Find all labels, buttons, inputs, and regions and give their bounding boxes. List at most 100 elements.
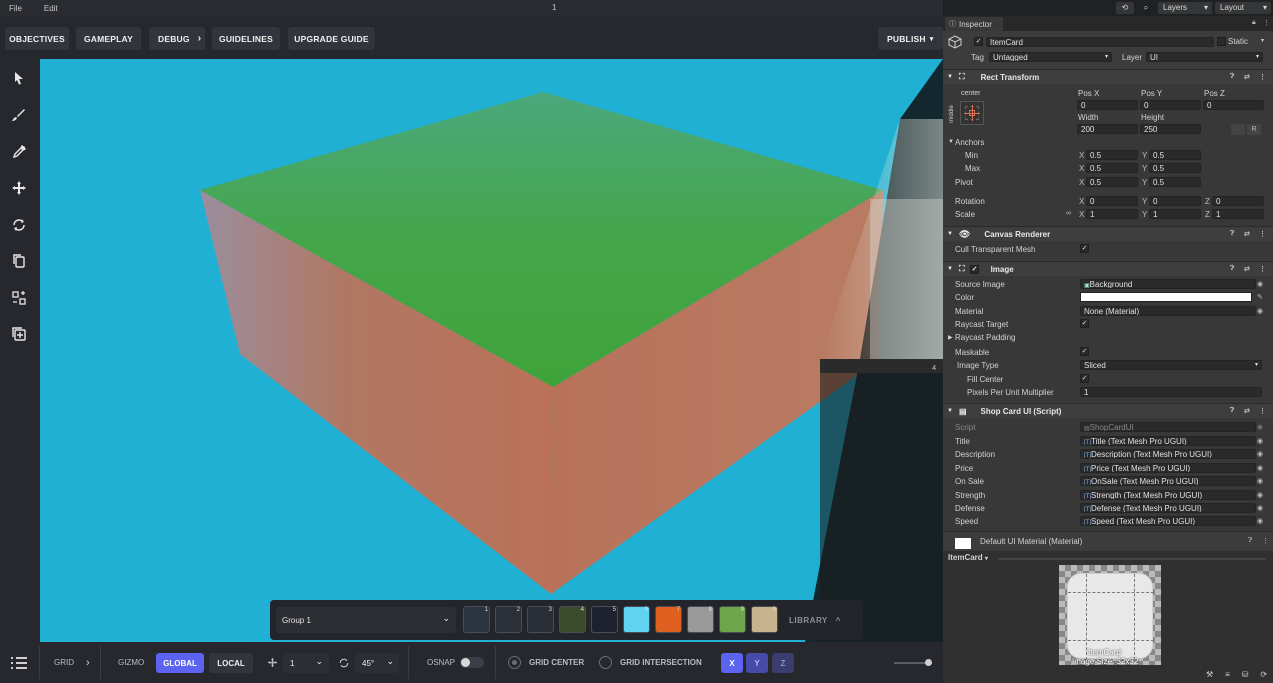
rect-transform-header[interactable]: ▼ ⛶ Rect Transform ❓︎ ⇄ ⋮ [943,69,1273,84]
local-button[interactable]: LOCAL [209,653,253,673]
tag-dropdown[interactable]: Untagged ▾ [989,52,1112,62]
object-picker-icon[interactable]: ◉ [1257,477,1263,485]
shop-card-header[interactable]: ▼ ▤ Shop Card UI (Script) ❓︎ ⇄ ⋮ [943,403,1273,418]
gameplay-button[interactable]: GAMEPLAY [76,27,141,50]
active-checkbox[interactable]: ✓ [974,37,983,46]
preset-icon[interactable]: ⇄ [1244,230,1250,238]
group-dropdown[interactable]: Group 1 ⌄ [276,607,456,633]
osnap-toggle[interactable] [460,657,484,668]
hotbar-slot[interactable]: 3 [527,606,554,633]
objectives-button[interactable]: OBJECTIVES [5,27,69,50]
kebab-menu-icon[interactable]: ⋮ [1259,265,1266,273]
menu-file[interactable]: File [9,4,22,13]
object-picker-icon[interactable]: ◉ [1257,517,1263,525]
pos-y-field[interactable]: 0 [1140,100,1201,110]
scale-z-field[interactable]: 1 [1212,209,1264,219]
layer-dropdown[interactable]: UI ▾ [1146,52,1263,62]
axis-z-button[interactable]: Z [772,653,794,673]
fill-center-checkbox[interactable]: ✓ [1080,374,1089,383]
anchor-min-y-field[interactable]: 0.5 [1149,150,1201,160]
image-header[interactable]: ▼ ⛶ ✓ Image ❓︎ ⇄ ⋮ [943,261,1273,276]
shop-field-reference[interactable]: [T]Price (Text Mesh Pro UGUI) [1080,462,1256,473]
grid-intersection-radio[interactable]: GRID INTERSECTION [599,642,702,683]
shop-field-reference[interactable]: [T]OnSale (Text Mesh Pro UGUI) [1080,476,1256,487]
anchor-min-x-field[interactable]: 0.5 [1086,150,1138,160]
menu-list-icon[interactable] [10,642,28,683]
help-icon[interactable]: ❓︎ [1248,537,1252,545]
cache-icon[interactable]: ⛁ [1242,670,1249,683]
debug-icon[interactable]: ⚒ [1206,670,1213,683]
image-type-dropdown[interactable]: Sliced ▾ [1080,360,1262,370]
history-icon[interactable]: ⟲ [1116,2,1134,14]
slider-knob[interactable] [925,659,932,666]
pos-z-field[interactable]: 0 [1203,100,1264,110]
layers-stack-icon[interactable]: ≡ [1225,670,1230,683]
sync-icon[interactable]: ⟳ [1260,670,1267,683]
hotbar-slot[interactable]: 8 [687,606,714,633]
kebab-menu-icon[interactable]: ⋮ [1259,407,1266,415]
hotbar-slot[interactable]: 6 [623,606,650,633]
step-dropdown[interactable]: 1 ⌄ [283,653,329,673]
link-icon[interactable]: ∞ [1066,210,1071,217]
layout-dropdown[interactable]: Layout ▾ [1215,2,1271,14]
pivot-x-field[interactable]: 0.5 [1086,177,1138,187]
scale-x-field[interactable]: 1 [1086,209,1138,219]
axis-y-button[interactable]: Y [746,653,768,673]
duplicate-tool-icon[interactable] [8,250,30,272]
object-name-field[interactable]: ItemCard [986,37,1214,47]
upgrade-guide-button[interactable]: UPGRADE GUIDE [288,27,375,50]
shop-field-reference[interactable]: [T]Speed (Text Mesh Pro UGUI) [1080,516,1256,527]
maskable-checkbox[interactable]: ✓ [1080,347,1089,356]
eyedropper-icon[interactable]: ✎ [1257,293,1263,301]
layers-dropdown[interactable]: Layers ▾ [1158,2,1212,14]
rotation-y-field[interactable]: 0 [1149,196,1201,206]
object-picker-icon[interactable]: ◉ [1257,307,1263,315]
object-picker-icon[interactable]: ◉ [1257,491,1263,499]
grid-center-radio[interactable]: GRID CENTER [508,642,584,683]
preview-dropdown[interactable]: ItemCard ▾ [948,553,988,562]
preset-icon[interactable]: ⇄ [1244,407,1250,415]
anchor-max-y-field[interactable]: 0.5 [1149,163,1201,173]
axis-x-button[interactable]: X [721,653,743,673]
object-picker-icon[interactable]: ◉ [1257,450,1263,458]
shop-field-reference[interactable]: [T]Title (Text Mesh Pro UGUI) [1080,436,1256,446]
kebab-menu-icon[interactable]: ⋮ [1259,230,1266,238]
global-button[interactable]: GLOBAL [156,653,204,673]
kebab-menu-icon[interactable]: ⋮ [1262,537,1269,545]
debug-button[interactable]: DEBUG › [149,27,205,50]
foldout-arrow-icon[interactable]: ▶ [948,334,953,341]
shop-field-reference[interactable]: [T]Defense (Text Mesh Pro UGUI) [1080,503,1256,513]
caret-down-icon[interactable]: ▾ [1261,37,1264,44]
anchor-preset-button[interactable] [960,101,984,125]
object-picker-icon[interactable]: ◉ [1257,464,1263,472]
hotbar-slot[interactable]: 7 [655,606,682,633]
inspector-tab[interactable]: ⓘ Inspector [945,17,1003,31]
menu-edit[interactable]: Edit [44,4,58,13]
canvas-renderer-header[interactable]: ▼ 👁︎ Canvas Renderer ❓︎ ⇄ ⋮ [943,226,1273,241]
select-tool-icon[interactable] [8,67,30,89]
rotation-x-field[interactable]: 0 [1086,196,1138,206]
help-icon[interactable]: ❓︎ [1230,73,1234,81]
hotbar-slot[interactable]: 1 [463,606,490,633]
help-icon[interactable]: ❓︎ [1230,265,1234,273]
hotbar-slot[interactable]: 5 [591,606,618,633]
ppu-field[interactable]: 1 [1080,387,1262,397]
preset-icon[interactable]: ⇄ [1244,265,1250,273]
publish-button[interactable]: PUBLISH ▾ [878,27,943,50]
source-image-field[interactable]: ▣Background [1080,279,1256,289]
object-picker-icon[interactable]: ◉ [1257,437,1263,445]
library-button[interactable]: LIBRARY ^ [789,610,841,630]
angle-dropdown[interactable]: 45° ⌄ [355,653,399,673]
help-icon[interactable]: ❓︎ [1230,407,1234,415]
hotbar-slot[interactable]: 2 [495,606,522,633]
transform-grid-tool-icon[interactable] [8,287,30,309]
static-checkbox[interactable] [1217,37,1226,46]
rotate-tool-icon[interactable] [8,214,30,236]
rotation-z-field[interactable]: 0 [1212,196,1264,206]
kebab-menu-icon[interactable]: ⋮ [1259,73,1266,81]
cull-checkbox[interactable]: ✓ [1080,244,1089,253]
pos-x-field[interactable]: 0 [1077,100,1138,110]
anchor-max-x-field[interactable]: 0.5 [1086,163,1138,173]
help-icon[interactable]: ❓︎ [1230,230,1234,238]
lock-icon[interactable]: 🔒︎ [1252,19,1256,27]
